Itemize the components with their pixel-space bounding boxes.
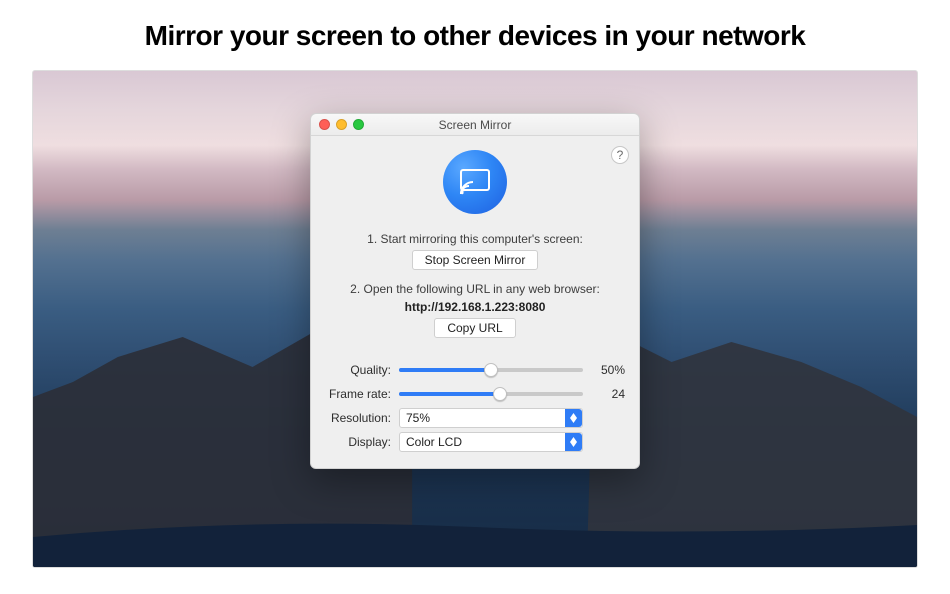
quality-slider-thumb[interactable] <box>484 363 498 377</box>
window-titlebar: Screen Mirror <box>311 114 639 136</box>
quality-slider-fill <box>399 368 491 372</box>
quality-slider[interactable] <box>399 368 583 372</box>
framerate-value: 24 <box>591 387 625 401</box>
resolution-selected-value: 75% <box>406 411 430 425</box>
screen-mirror-app-icon <box>443 150 507 214</box>
framerate-slider-fill <box>399 392 500 396</box>
quality-label: Quality: <box>325 363 391 377</box>
resolution-select[interactable]: 75% <box>399 408 583 428</box>
app-window: Screen Mirror ? 1. Start mirroring this … <box>310 113 640 469</box>
chevron-updown-icon <box>565 433 582 451</box>
marketing-headline: Mirror your screen to other devices in y… <box>0 0 950 70</box>
display-selected-value: Color LCD <box>406 435 462 449</box>
step1-instruction: 1. Start mirroring this computer's scree… <box>325 232 625 246</box>
framerate-slider-thumb[interactable] <box>493 387 507 401</box>
resolution-label: Resolution: <box>325 411 391 425</box>
copy-url-button[interactable]: Copy URL <box>434 318 515 338</box>
display-select[interactable]: Color LCD <box>399 432 583 452</box>
stop-screen-mirror-button[interactable]: Stop Screen Mirror <box>412 250 539 270</box>
quality-value: 50% <box>591 363 625 377</box>
mirror-url: http://192.168.1.223:8080 <box>325 300 625 314</box>
chevron-updown-icon <box>565 409 582 427</box>
framerate-slider[interactable] <box>399 392 583 396</box>
window-title: Screen Mirror <box>311 118 639 132</box>
framerate-label: Frame rate: <box>325 387 391 401</box>
help-button[interactable]: ? <box>611 146 629 164</box>
display-label: Display: <box>325 435 391 449</box>
cast-icon <box>459 166 491 198</box>
desktop-screenshot-backdrop: Screen Mirror ? 1. Start mirroring this … <box>32 70 918 568</box>
step2-instruction: 2. Open the following URL in any web bro… <box>325 282 625 296</box>
